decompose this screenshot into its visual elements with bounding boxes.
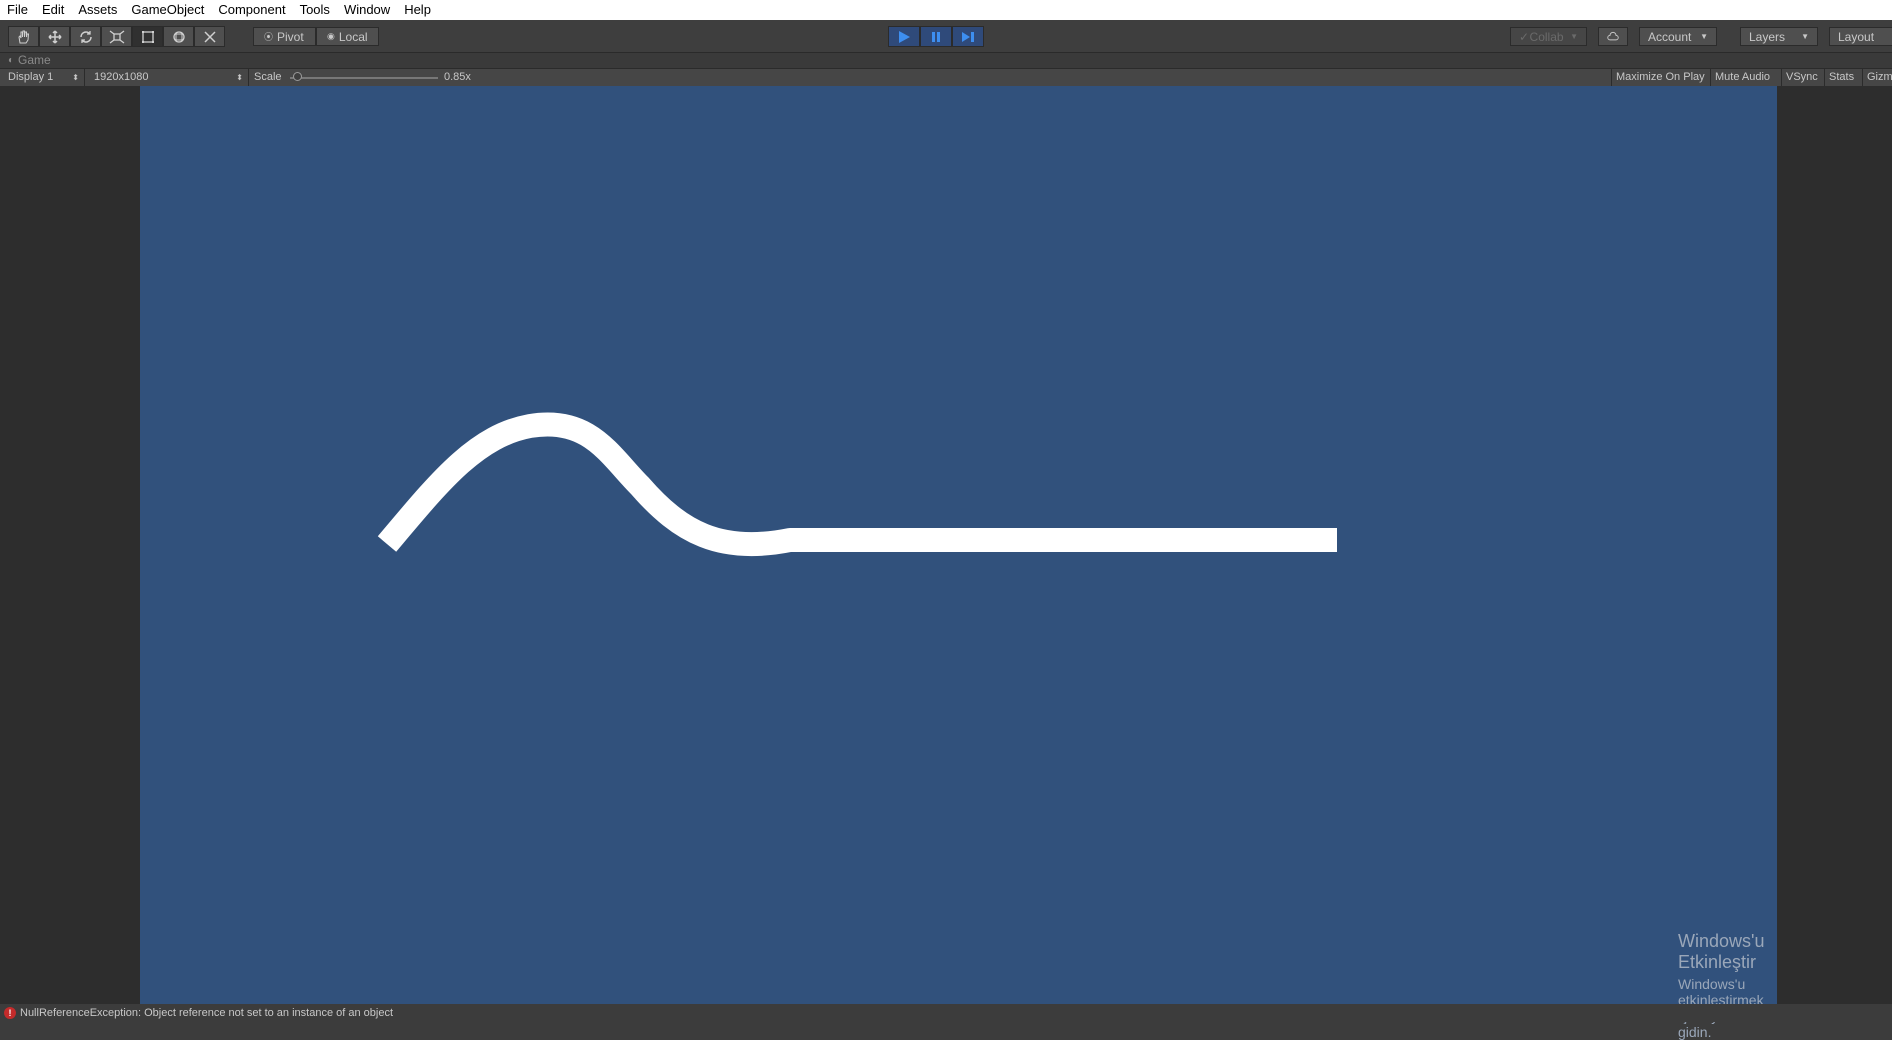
move-icon (47, 29, 62, 44)
chevron-down-icon: ▼ (1570, 32, 1578, 41)
menu-help[interactable]: Help (397, 0, 438, 20)
rotate-tool-button[interactable] (70, 26, 101, 47)
rotate-icon (79, 30, 92, 43)
collab-dropdown[interactable]: ✓ Collab ▼ (1510, 27, 1587, 46)
pivot-icon: ⦿ (264, 32, 274, 42)
transform-icon (172, 30, 185, 43)
layout-dropdown[interactable]: Layout (1829, 27, 1892, 46)
menu-bar: File Edit Assets GameObject Component To… (0, 0, 1892, 20)
move-tool-button[interactable] (39, 26, 70, 47)
transform-tools (8, 26, 225, 47)
mute-audio-toggle[interactable]: Mute Audio (1710, 69, 1781, 86)
layers-dropdown[interactable]: Layers ▼ (1740, 27, 1818, 46)
account-label: Account (1648, 29, 1692, 44)
updown-icon: ⬍ (236, 73, 243, 82)
play-icon (899, 30, 910, 43)
local-toggle[interactable]: ◉ Local (316, 27, 379, 46)
maximize-on-play-toggle[interactable]: Maximize On Play (1611, 69, 1710, 86)
rect-icon (141, 30, 154, 43)
pause-icon (932, 31, 940, 42)
tools-icon (203, 30, 216, 43)
step-button[interactable] (952, 26, 984, 47)
scale-label: Scale (254, 71, 282, 83)
game-tab-label: Game (18, 53, 51, 67)
pivot-toggle[interactable]: ⦿ Pivot (253, 27, 316, 46)
vsync-toggle[interactable]: VSync (1781, 69, 1824, 86)
scale-slider-track[interactable] (290, 77, 438, 79)
game-tab-row: ◐ Game (0, 53, 1892, 68)
account-dropdown[interactable]: Account ▼ (1639, 27, 1717, 46)
display-label: Display 1 (8, 71, 54, 83)
check-icon: ✓ (1519, 29, 1530, 44)
cloud-icon (1607, 32, 1619, 41)
custom-tool-button[interactable] (194, 26, 225, 47)
hand-icon (17, 30, 29, 43)
menu-component[interactable]: Component (211, 0, 292, 20)
main-toolbar: ⦿ Pivot ◉ Local ✓ Collab ▼ Account ▼ Lay… (0, 20, 1892, 53)
game-view: Windows'u Etkinleştir Windows'u etkinleş… (0, 86, 1892, 1040)
scale-slider-handle[interactable] (293, 72, 303, 81)
gizmos-toggle[interactable]: Gizmos (1862, 69, 1892, 86)
menu-window[interactable]: Window (337, 0, 397, 20)
game-tab-icon: ◐ (8, 55, 15, 66)
pivot-group: ⦿ Pivot ◉ Local (253, 27, 379, 48)
chevron-down-icon: ▼ (1801, 32, 1809, 41)
watermark-title: Windows'u Etkinleştir (1678, 931, 1765, 972)
scale-icon (109, 29, 124, 44)
pause-button[interactable] (920, 26, 952, 47)
transform-tool-button[interactable] (163, 26, 194, 47)
menu-tools[interactable]: Tools (293, 0, 337, 20)
status-message: NullReferenceException: Object reference… (20, 1007, 393, 1019)
status-bar[interactable]: ! NullReferenceException: Object referen… (0, 1004, 1892, 1022)
scale-tool-button[interactable] (101, 26, 132, 47)
rect-tool-button[interactable] (132, 26, 163, 47)
drawn-line (377, 412, 1337, 557)
game-toolbar: Display 1 ⬍ 1920x1080 ⬍ Scale 0.85x Maxi… (0, 68, 1892, 87)
stats-toggle[interactable]: Stats (1824, 69, 1862, 86)
playback-controls (888, 26, 984, 47)
step-icon (962, 31, 974, 42)
resolution-dropdown[interactable]: 1920x1080 ⬍ (86, 69, 249, 86)
layers-label: Layers (1749, 29, 1786, 44)
play-button[interactable] (888, 26, 920, 47)
local-icon: ◉ (327, 31, 335, 41)
menu-edit[interactable]: Edit (35, 0, 71, 20)
chevron-down-icon: ▼ (1700, 32, 1708, 41)
tab-game[interactable]: ◐ Game (8, 53, 51, 68)
updown-icon: ⬍ (72, 73, 79, 82)
menu-assets[interactable]: Assets (71, 0, 124, 20)
game-canvas[interactable]: Windows'u Etkinleştir Windows'u etkinleş… (140, 86, 1777, 1040)
local-label: Local (338, 29, 368, 44)
error-icon: ! (4, 1007, 16, 1019)
display-dropdown[interactable]: Display 1 ⬍ (0, 69, 85, 86)
scale-value: 0.85x (444, 71, 471, 83)
hand-tool-button[interactable] (8, 26, 39, 47)
menu-gameobject[interactable]: GameObject (124, 0, 211, 20)
windows-activation-watermark: Windows'u Etkinleştir Windows'u etkinleş… (1678, 931, 1777, 1040)
pivot-label: Pivot (277, 29, 304, 44)
menu-file[interactable]: File (0, 0, 35, 20)
scene-svg (377, 412, 1337, 557)
layout-label: Layout (1838, 29, 1875, 44)
resolution-label: 1920x1080 (94, 71, 149, 83)
collab-label: Collab (1529, 29, 1564, 44)
cloud-button[interactable] (1598, 27, 1628, 46)
